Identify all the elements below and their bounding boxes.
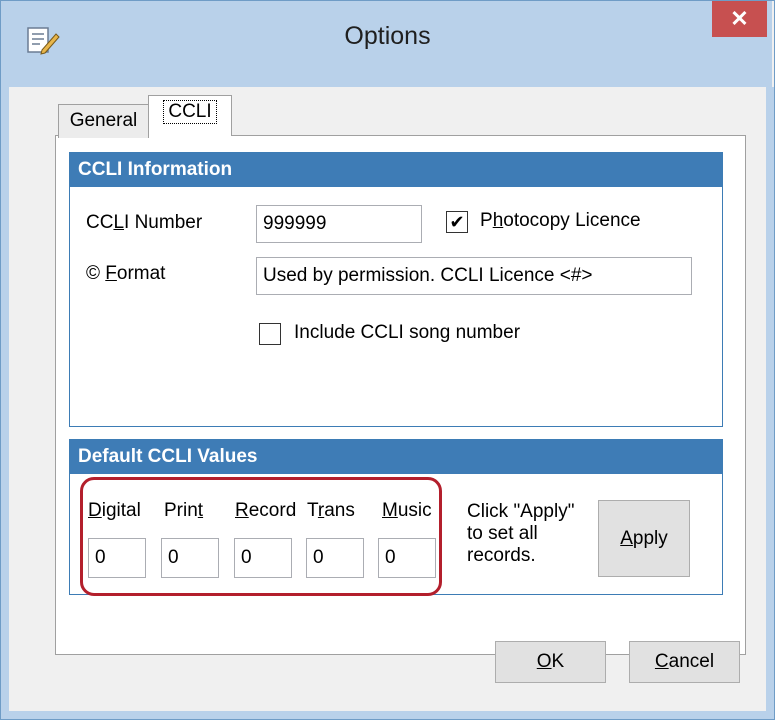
photocopy-licence-checkbox[interactable]: ✔ [446, 211, 468, 233]
window-title: Options [344, 22, 431, 50]
window-frame-bottom [1, 711, 774, 719]
default-ccli-values-header: Default CCLI Values [70, 440, 722, 474]
ccli-number-field[interactable]: 999999 [256, 205, 422, 243]
window-frame-left [1, 87, 9, 718]
photocopy-licence-label: Photocopy Licence [480, 210, 641, 231]
apply-button[interactable]: Apply [598, 500, 690, 577]
tab-ccli[interactable]: CCLI [148, 95, 232, 136]
ccli-number-label: CCLI Number [86, 212, 203, 233]
copyright-format-field[interactable]: Used by permission. CCLI Licence <#> [256, 257, 692, 295]
include-song-number-checkbox[interactable] [259, 323, 281, 345]
ccli-information-header: CCLI Information [70, 153, 722, 187]
default-values-highlight [80, 477, 442, 596]
apply-hint: Click "Apply" to set all records. [467, 501, 574, 567]
apply-hint-line: records. [467, 545, 536, 566]
apply-hint-line: Click "Apply" [467, 501, 575, 522]
cancel-button[interactable]: Cancel [629, 641, 740, 683]
tab-general[interactable]: General [58, 104, 149, 138]
include-song-number-label: Include CCLI song number [294, 322, 521, 343]
ok-button[interactable]: OK [495, 641, 606, 683]
tab-ccli-label: CCLI [163, 100, 217, 124]
apply-hint-line: to set all [467, 523, 538, 544]
close-icon: ✕ [730, 6, 749, 31]
close-button[interactable]: ✕ [712, 1, 767, 37]
copyright-format-label: © Format [86, 263, 166, 284]
window-frame-right [766, 87, 774, 718]
